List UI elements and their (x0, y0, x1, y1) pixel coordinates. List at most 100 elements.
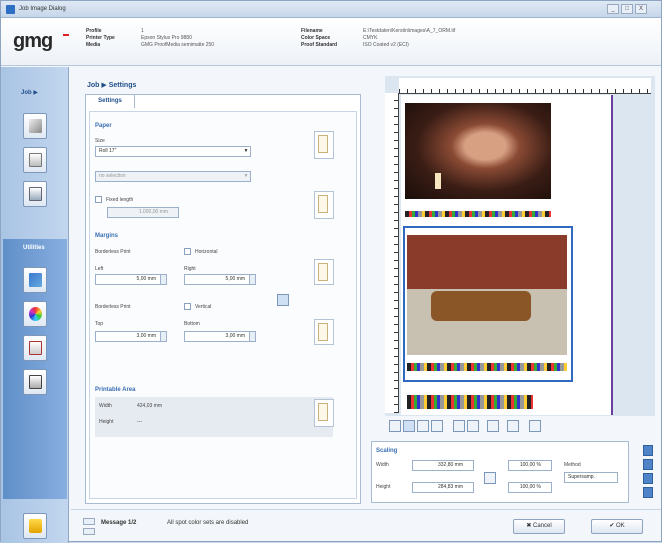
fixed-length-input[interactable]: 1.000,00 mm (107, 207, 179, 218)
right-margin-spinner[interactable] (249, 275, 255, 284)
message-counter: Message 1/2 (101, 520, 137, 526)
fit-tool-icon[interactable] (453, 420, 465, 432)
scale-height-percent[interactable]: 100,00 % (508, 482, 552, 493)
side-up-button[interactable] (643, 445, 653, 456)
left-margin-spinner[interactable] (160, 275, 166, 284)
breadcrumb-settings[interactable]: Settings (109, 82, 137, 89)
media-value: GMG ProofMedia semimatte 250 (141, 42, 215, 48)
printer-type-value: Epson Stylus Pro 9880 (141, 35, 192, 41)
left-margin-input[interactable]: 5,00 mm (95, 274, 167, 285)
horizontal-ruler (399, 78, 651, 94)
scale-width-value: 332,80 mm (437, 462, 463, 468)
method-value: Supersamp. (568, 474, 595, 480)
vertical-page-icon (318, 323, 328, 341)
cancel-button[interactable]: ✖ Cancel (513, 519, 565, 534)
bottom-margin-spinner[interactable] (249, 332, 255, 341)
media-label: Media (86, 42, 101, 48)
minimize-button[interactable]: _ (607, 4, 619, 14)
color-control-strip (405, 211, 551, 217)
borderless-vertical-label: Borderless Print (95, 304, 131, 310)
center-tool-icon[interactable] (431, 420, 443, 432)
ok-button[interactable]: ✔ OK (591, 519, 643, 534)
job-image-dialog: Job Image Dialog _ □ X gmg Profile Print… (0, 0, 662, 543)
scaling-panel: Scaling Width 332,80 mm Height 284,83 mm… (371, 441, 629, 503)
info-labels-right: Filename Color Space Proof Standard (301, 28, 337, 49)
printable-width-label: Width (99, 403, 112, 409)
layout-icon (29, 119, 42, 133)
fill-tool-icon[interactable] (467, 420, 479, 432)
printable-page-icon (318, 403, 328, 421)
horizontal-checkbox[interactable] (184, 248, 191, 255)
message-bar: Message 1/2 All spot color sets are disa… (71, 509, 661, 541)
warning-button[interactable] (23, 513, 47, 539)
window-title: Job Image Dialog (19, 6, 66, 12)
paper-page-icon (318, 135, 328, 153)
bottom-margin-value: 3,00 mm (225, 333, 245, 339)
scale-height-input[interactable]: 284,83 mm (412, 482, 474, 493)
tab-settings[interactable]: Settings (85, 94, 135, 108)
breadcrumb-job[interactable]: Job (87, 82, 99, 89)
info-values-right: E:\Testdaten\Kerstin\images\A_7_ORM.tif … (363, 28, 455, 49)
side-page-button[interactable] (643, 459, 653, 470)
sofa-detail (431, 291, 531, 321)
portrait-image[interactable] (405, 103, 551, 199)
paper-preview-thumb (314, 131, 334, 159)
fixed-length-checkbox[interactable] (95, 196, 102, 203)
size-label: Size (95, 138, 105, 144)
right-margin-label: Right (184, 266, 196, 272)
rail-utilities-label: Utilities (23, 245, 45, 251)
paper-subselect-value: no selection (99, 173, 126, 179)
gmg-logo: gmg (13, 30, 53, 52)
zoom-icon[interactable] (529, 420, 541, 432)
document-tool-button[interactable] (23, 147, 47, 173)
maximize-button[interactable]: □ (621, 4, 633, 14)
right-margin-input[interactable]: 5,00 mm (184, 274, 256, 285)
side-rotate-button[interactable] (643, 473, 653, 484)
color-cube-button[interactable] (23, 301, 47, 327)
top-margin-spinner[interactable] (160, 332, 166, 341)
paper-subselect[interactable]: no selection (95, 171, 251, 182)
printer-icon (29, 187, 42, 201)
scale-width-input[interactable]: 332,80 mm (412, 460, 474, 471)
bottom-margin-input[interactable]: 3,00 mm (184, 331, 256, 342)
select-tool-icon[interactable] (389, 420, 401, 432)
scale-width-percent[interactable]: 100,00 % (508, 460, 552, 471)
move-tool-icon[interactable] (403, 420, 415, 432)
color-space-label: Color Space (301, 35, 331, 41)
save-tool-button[interactable] (23, 369, 47, 395)
candle-detail (435, 173, 441, 189)
info-values-left: 1 Epson Stylus Pro 9880 GMG ProofMedia s… (141, 28, 214, 49)
color-control-wedge (407, 395, 533, 409)
message-next-button[interactable] (83, 528, 95, 535)
vertical-checkbox[interactable] (184, 303, 191, 310)
rotate-tool-icon[interactable] (417, 420, 429, 432)
layout-tool-button[interactable] (23, 113, 47, 139)
profile-label: Profile (86, 28, 102, 34)
fixed-length-label: Fixed length (106, 197, 134, 203)
link-margins-button[interactable] (277, 294, 289, 306)
chevron-down-icon: ▼ (243, 173, 249, 179)
close-button[interactable]: X (635, 4, 647, 14)
method-select[interactable]: Supersamp. (564, 472, 618, 483)
message-prev-button[interactable] (83, 518, 95, 525)
page-tool-button[interactable] (23, 335, 47, 361)
rail-job-label[interactable]: Job ▶ (21, 89, 38, 96)
paper-size-select[interactable]: Roll 17" (95, 146, 251, 157)
right-margin-value: 5,00 mm (225, 276, 245, 282)
logo-accent (63, 34, 69, 36)
print-tool-button[interactable] (23, 181, 47, 207)
breadcrumb: Job ▶ Settings (87, 81, 136, 89)
link-scaling-button[interactable] (484, 472, 496, 484)
paper-size-value: Roll 17" (99, 148, 117, 154)
color-tool-button[interactable] (23, 267, 47, 293)
printable-height-value: --- (137, 419, 142, 425)
crop-tool-icon[interactable] (487, 420, 499, 432)
side-down-button[interactable] (643, 487, 653, 498)
duplicate-tool-icon[interactable] (507, 420, 519, 432)
fixed-length-value: 1.000,00 mm (138, 209, 168, 215)
printer-type-label: Printer Type (86, 35, 115, 41)
top-margin-value: 3,00 mm (136, 333, 156, 339)
message-text: All spot color sets are disabled (167, 520, 249, 526)
length-page-icon (318, 195, 328, 213)
top-margin-input[interactable]: 3,00 mm (95, 331, 167, 342)
